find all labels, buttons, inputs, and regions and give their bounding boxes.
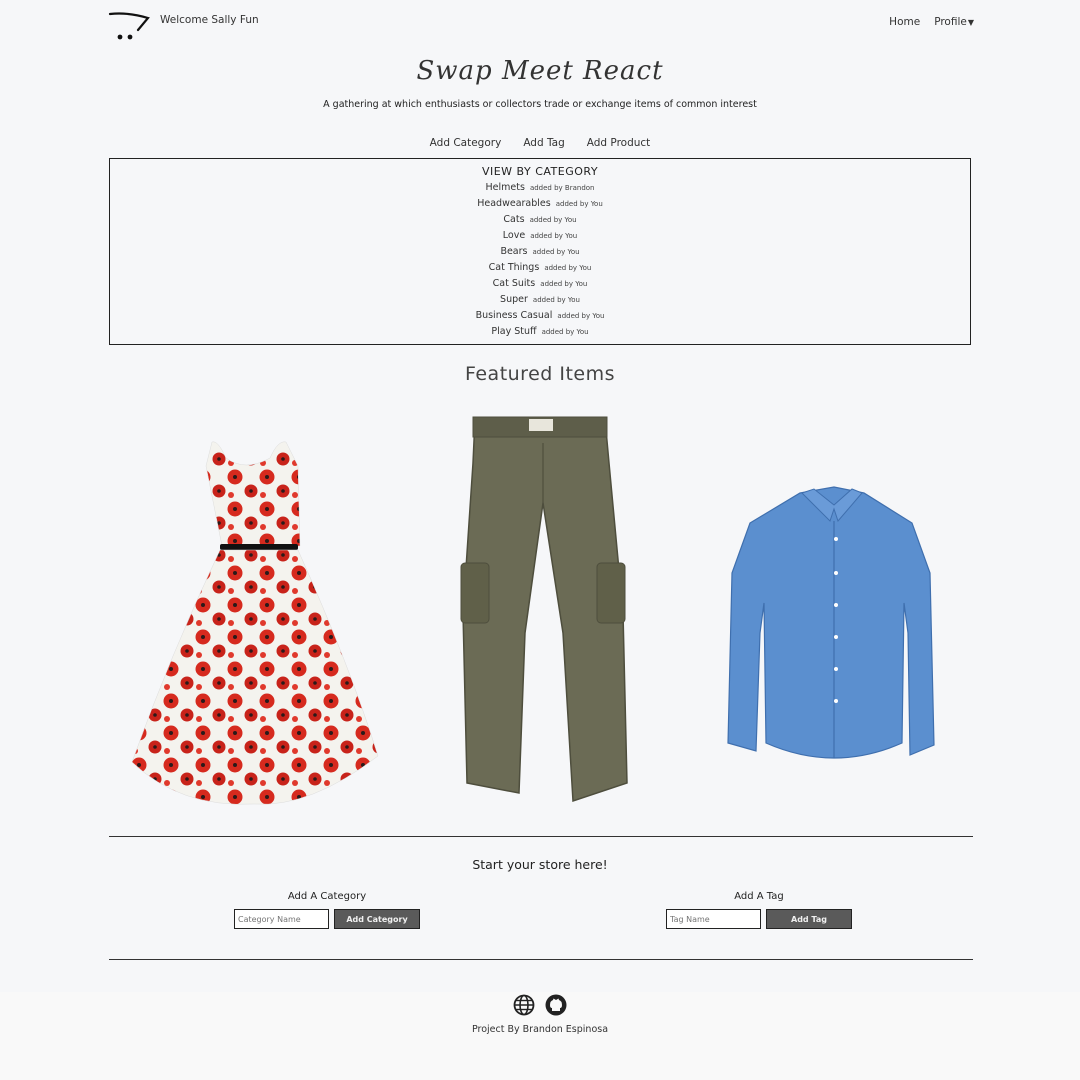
floral-dress-image: [131, 441, 379, 805]
globe-icon[interactable]: [513, 994, 535, 1016]
category-item[interactable]: Cats added by You: [110, 212, 970, 228]
store-heading: Start your store here!: [472, 857, 608, 872]
add-category-button[interactable]: Add Category: [334, 909, 420, 929]
category-added-by: added by Brandon: [529, 184, 595, 192]
top-navbar: Welcome Sally Fun Home Profile ▼: [0, 0, 1080, 50]
category-name: Helmets: [485, 182, 525, 193]
category-item[interactable]: Play Stuff added by You: [110, 324, 970, 340]
site-subtitle: A gathering at which enthusiasts or coll…: [323, 99, 757, 110]
category-added-by: added by You: [532, 248, 580, 256]
category-name: Cats: [503, 214, 525, 225]
category-item[interactable]: Love added by You: [110, 228, 970, 244]
cargo-pants-image: [460, 416, 628, 803]
category-list: Helmets added by Brandon Headwearables a…: [110, 180, 970, 340]
tag-name-input[interactable]: [666, 909, 761, 929]
footer-credit: Project By Brandon Espinosa: [471, 1024, 609, 1035]
nav-home-link[interactable]: Home: [889, 16, 920, 28]
category-added-by: added by You: [544, 264, 592, 272]
add-category-form: Add A Category Add Category: [177, 891, 477, 929]
action-links: Add Category Add Tag Add Product: [0, 137, 1080, 149]
category-added-by: added by You: [530, 232, 578, 240]
category-name: Cat Suits: [492, 278, 536, 289]
category-name: Super: [500, 294, 528, 305]
add-tag-form: Add A Tag Add Tag: [609, 891, 909, 929]
product-card-pants[interactable]: [455, 413, 635, 803]
category-added-by: added by You: [541, 328, 589, 336]
blue-shirt-image: [727, 486, 935, 759]
add-tag-label: Add A Tag: [734, 891, 784, 902]
category-added-by: added by You: [557, 312, 605, 320]
category-added-by: added by You: [529, 216, 577, 224]
add-tag-link[interactable]: Add Tag: [523, 137, 564, 149]
nav-links: Home Profile ▼: [889, 16, 974, 28]
product-card-dress[interactable]: [130, 436, 380, 806]
category-name: Play Stuff: [491, 326, 537, 337]
nav-profile-label: Profile: [934, 16, 967, 28]
github-icon[interactable]: [545, 994, 567, 1016]
category-name: Love: [502, 230, 526, 241]
category-name: Bears: [500, 246, 528, 257]
category-panel: VIEW BY CATEGORY Helmets added by Brando…: [109, 158, 971, 345]
nav-profile-dropdown[interactable]: Profile ▼: [934, 16, 974, 28]
welcome-message: Welcome Sally Fun: [160, 14, 259, 26]
featured-heading: Featured Items: [464, 363, 616, 385]
add-tag-button[interactable]: Add Tag: [766, 909, 852, 929]
footer: Project By Brandon Espinosa: [0, 992, 1080, 1080]
product-card-shirt[interactable]: [722, 483, 942, 768]
divider-top: [109, 836, 973, 837]
add-category-label: Add A Category: [287, 891, 367, 902]
category-added-by: added by You: [540, 280, 588, 288]
category-item[interactable]: Super added by You: [110, 292, 970, 308]
site-title: Swap Meet React: [416, 56, 664, 86]
category-item[interactable]: Bears added by You: [110, 244, 970, 260]
chevron-down-icon: ▼: [967, 17, 974, 27]
divider-bottom: [109, 959, 973, 960]
category-item[interactable]: Business Casual added by You: [110, 308, 970, 324]
category-name: Headwearables: [477, 198, 551, 209]
category-name: Business Casual: [475, 310, 553, 321]
category-added-by: added by You: [555, 200, 603, 208]
category-item[interactable]: Helmets added by Brandon: [110, 180, 970, 196]
category-added-by: added by You: [532, 296, 580, 304]
category-item[interactable]: Headwearables added by You: [110, 196, 970, 212]
category-item[interactable]: Cat Suits added by You: [110, 276, 970, 292]
add-product-link[interactable]: Add Product: [587, 137, 651, 149]
shopping-cart-icon[interactable]: [108, 10, 152, 42]
category-panel-heading: VIEW BY CATEGORY: [481, 165, 599, 178]
category-name: Cat Things: [488, 262, 540, 273]
add-category-link[interactable]: Add Category: [430, 137, 502, 149]
category-item[interactable]: Cat Things added by You: [110, 260, 970, 276]
category-name-input[interactable]: [234, 909, 329, 929]
